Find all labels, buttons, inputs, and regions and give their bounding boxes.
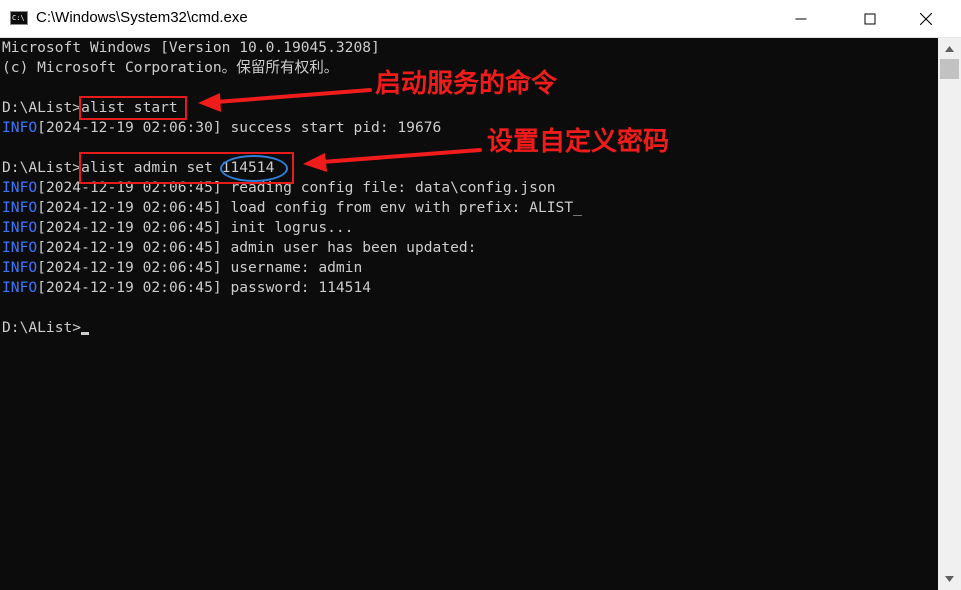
set-password-arrow xyxy=(303,148,482,172)
start-command-arrow xyxy=(198,88,372,112)
set-password-annotation: 设置自定义密码 xyxy=(487,127,670,157)
start-command-annotation: 启动服务的命令 xyxy=(375,69,558,99)
